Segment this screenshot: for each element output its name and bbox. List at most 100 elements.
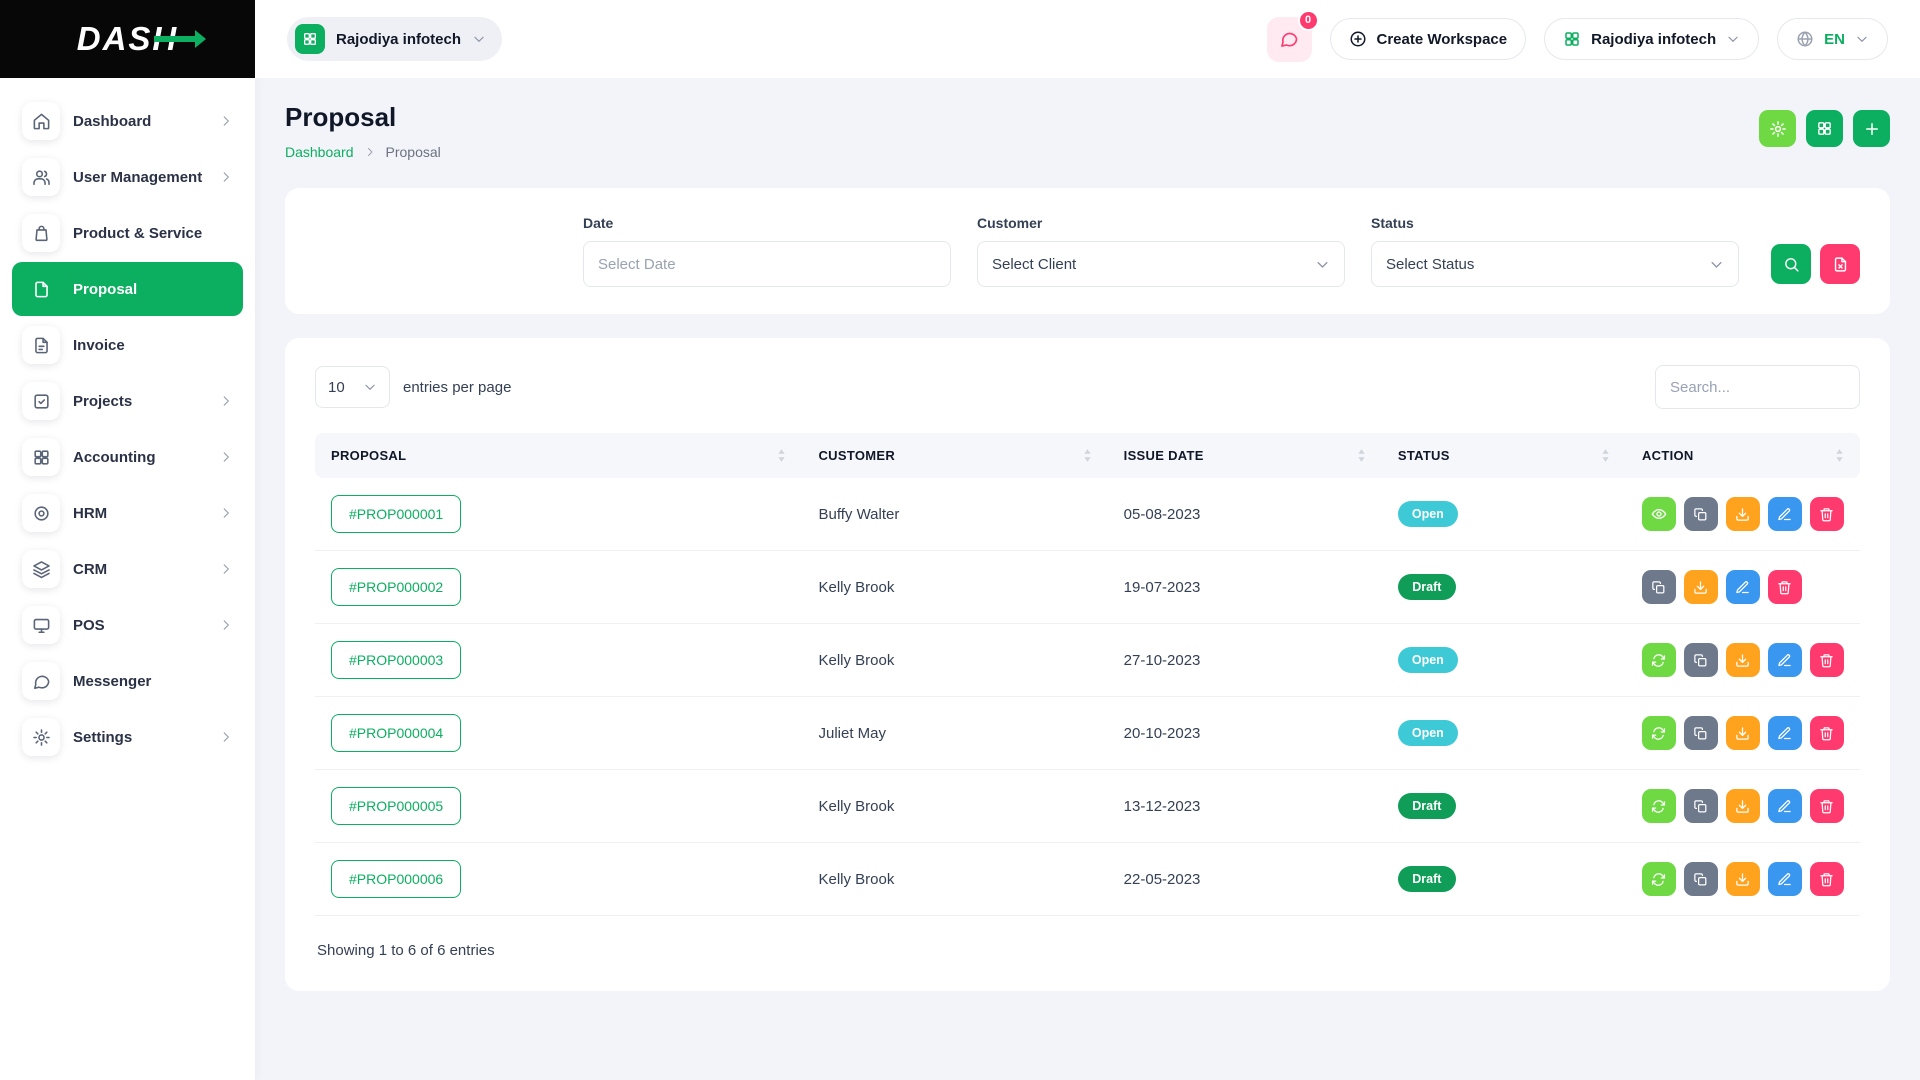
column-header-action[interactable]: ACTION xyxy=(1626,433,1860,478)
copy-icon xyxy=(1693,653,1708,668)
convert-button[interactable] xyxy=(1642,643,1676,677)
column-header-customer[interactable]: CUSTOMER xyxy=(802,433,1107,478)
row-actions xyxy=(1642,716,1844,750)
logo-block: DASH xyxy=(0,0,255,78)
check-square-icon xyxy=(22,382,60,420)
column-header-proposal[interactable]: PROPOSAL xyxy=(315,433,802,478)
refresh-icon xyxy=(1651,872,1666,887)
proposal-number-link[interactable]: #PROP000004 xyxy=(331,714,461,752)
create-workspace-button[interactable]: Create Workspace xyxy=(1330,18,1527,60)
status-badge: Open xyxy=(1398,647,1458,673)
column-header-issue-date[interactable]: ISSUE DATE xyxy=(1108,433,1382,478)
workspace-selector[interactable]: Rajodiya infotech xyxy=(287,17,502,61)
copy-icon xyxy=(1693,726,1708,741)
sort-icon xyxy=(1835,448,1844,463)
download-icon xyxy=(1735,653,1750,668)
delete-button[interactable] xyxy=(1810,643,1844,677)
grid-view-button[interactable] xyxy=(1806,110,1843,147)
proposal-number-link[interactable]: #PROP000005 xyxy=(331,787,461,825)
sidebar-item-projects[interactable]: Projects xyxy=(12,374,243,428)
chevron-down-icon xyxy=(472,32,486,46)
proposal-number-link[interactable]: #PROP000001 xyxy=(331,495,461,533)
sidebar-item-crm[interactable]: CRM xyxy=(12,542,243,596)
grid-icon xyxy=(1816,120,1833,137)
sidebar-item-hrm[interactable]: HRM xyxy=(12,486,243,540)
chevron-down-icon xyxy=(1315,257,1330,272)
sidebar-item-pos[interactable]: POS xyxy=(12,598,243,652)
customer-cell: Kelly Brook xyxy=(802,551,1107,624)
column-header-status[interactable]: STATUS xyxy=(1382,433,1626,478)
messages-button[interactable]: 0 xyxy=(1267,17,1312,62)
sidebar-item-user-management[interactable]: User Management xyxy=(12,150,243,204)
delete-button[interactable] xyxy=(1810,862,1844,896)
download-button[interactable] xyxy=(1684,570,1718,604)
download-button[interactable] xyxy=(1726,789,1760,823)
chat-icon xyxy=(22,662,60,700)
proposal-number-link[interactable]: #PROP000006 xyxy=(331,860,461,898)
reset-filter-button[interactable] xyxy=(1820,244,1860,284)
convert-button[interactable] xyxy=(1642,789,1676,823)
duplicate-button[interactable] xyxy=(1684,497,1718,531)
proposal-number-link[interactable]: #PROP000002 xyxy=(331,568,461,606)
language-selector[interactable]: EN xyxy=(1777,18,1888,60)
row-actions xyxy=(1642,570,1844,604)
top-bar: DASH Rajodiya infotech 0 Create Workspac… xyxy=(0,0,1920,78)
download-button[interactable] xyxy=(1726,643,1760,677)
download-button[interactable] xyxy=(1726,862,1760,896)
sidebar-item-settings[interactable]: Settings xyxy=(12,710,243,764)
breadcrumb: Dashboard Proposal xyxy=(285,144,441,160)
table-search-input[interactable] xyxy=(1655,365,1860,409)
customer-select[interactable]: Select Client xyxy=(977,241,1345,287)
edit-button[interactable] xyxy=(1768,716,1802,750)
convert-button[interactable] xyxy=(1642,862,1676,896)
duplicate-button[interactable] xyxy=(1684,716,1718,750)
status-label: Status xyxy=(1371,215,1739,231)
download-button[interactable] xyxy=(1726,716,1760,750)
apply-filter-button[interactable] xyxy=(1771,244,1811,284)
sidebar-item-messenger[interactable]: Messenger xyxy=(12,654,243,708)
edit-button[interactable] xyxy=(1768,862,1802,896)
top-bar-right: 0 Create Workspace Rajodiya infotech EN xyxy=(1267,17,1889,62)
duplicate-button[interactable] xyxy=(1684,862,1718,896)
table-row: #PROP000005 Kelly Brook 13-12-2023 Draft xyxy=(315,770,1860,843)
breadcrumb-dashboard-link[interactable]: Dashboard xyxy=(285,144,354,160)
sidebar-item-dashboard[interactable]: Dashboard xyxy=(12,94,243,148)
duplicate-button[interactable] xyxy=(1684,643,1718,677)
duplicate-button[interactable] xyxy=(1642,570,1676,604)
status-badge: Draft xyxy=(1398,793,1456,819)
sidebar-item-proposal[interactable]: Proposal xyxy=(12,262,243,316)
proposal-number-link[interactable]: #PROP000003 xyxy=(331,641,461,679)
customer-cell: Buffy Walter xyxy=(802,478,1107,551)
chevron-down-icon xyxy=(1726,32,1740,46)
edit-button[interactable] xyxy=(1768,497,1802,531)
proposal-table: PROPOSAL CUSTOMER ISSUE DATE STATUS ACTI… xyxy=(315,433,1860,916)
create-proposal-button[interactable] xyxy=(1853,110,1890,147)
sidebar-item-accounting[interactable]: Accounting xyxy=(12,430,243,484)
copy-icon xyxy=(1693,799,1708,814)
delete-button[interactable] xyxy=(1810,497,1844,531)
chevron-right-icon xyxy=(219,114,233,128)
status-badge: Draft xyxy=(1398,866,1456,892)
edit-button[interactable] xyxy=(1768,643,1802,677)
status-filter: Status Select Status xyxy=(1371,215,1739,287)
delete-button[interactable] xyxy=(1810,716,1844,750)
date-input[interactable] xyxy=(583,241,951,287)
pencil-icon xyxy=(1777,799,1792,814)
delete-button[interactable] xyxy=(1768,570,1802,604)
edit-button[interactable] xyxy=(1768,789,1802,823)
delete-button[interactable] xyxy=(1810,789,1844,823)
sidebar-item-invoice[interactable]: Invoice xyxy=(12,318,243,372)
home-icon xyxy=(22,102,60,140)
convert-button[interactable] xyxy=(1642,716,1676,750)
sidebar-item-product-service[interactable]: Product & Service xyxy=(12,206,243,260)
row-actions xyxy=(1642,862,1844,896)
status-select[interactable]: Select Status xyxy=(1371,241,1739,287)
duplicate-button[interactable] xyxy=(1684,789,1718,823)
download-button[interactable] xyxy=(1726,497,1760,531)
entries-count-select[interactable]: 10 xyxy=(315,366,390,408)
settings-button[interactable] xyxy=(1759,110,1796,147)
account-name: Rajodiya infotech xyxy=(1591,31,1716,48)
edit-button[interactable] xyxy=(1726,570,1760,604)
account-selector[interactable]: Rajodiya infotech xyxy=(1544,18,1759,60)
view-button[interactable] xyxy=(1642,497,1676,531)
